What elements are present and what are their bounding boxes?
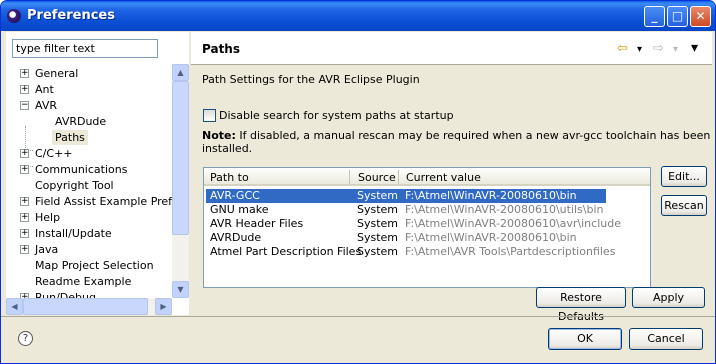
tree-item-label: Map Project Selection [35,259,154,272]
tree-item-label: General [35,67,79,80]
tree-item-label: Paths [52,130,88,145]
tree-item-label: C/C++ [35,147,73,160]
cell-current-value: F:\Atmel\AVR Tools\Partdescriptionfiles [405,245,616,258]
scroll-thumb[interactable] [172,81,189,235]
tree-item-label: Help [35,211,61,224]
tree-item-label: AVRDude [55,115,107,128]
cell-current-value: F:\Atmel\WinAVR-20080610\avr\include [405,217,621,230]
cell-path-to: AVRDude [210,231,262,244]
paths-table[interactable]: Path to Source Current value AVR-GCC Sys… [203,167,651,288]
table-row[interactable]: Atmel Part Description Files System F:\A… [206,245,615,259]
eclipse-icon [7,9,21,23]
scroll-up-icon[interactable]: ▲ [172,64,189,81]
cell-current-value: F:\Atmel\WinAVR-20080610\utils\bin [405,203,604,216]
maximize-button[interactable]: □ [667,6,688,27]
cell-current-value: F:\Atmel\WinAVR-20080610\bin [405,231,577,244]
cell-source: System [357,189,399,202]
window-title: Preferences [27,8,115,23]
close-button[interactable]: ✕ [690,6,711,27]
tree-vertical-scrollbar[interactable]: ▲ ▼ [172,64,189,298]
preference-page: Paths ⇦ ▾ ⇨ ▾ ▾ Path Settings for the AV… [191,32,712,323]
forward-arrow-icon: ⇨ [653,41,664,56]
expand-icon[interactable]: + [20,245,29,254]
minimize-button[interactable]: _ [644,6,665,27]
column-header-current-value[interactable]: Current value [406,171,481,184]
help-icon[interactable]: ? [18,331,33,346]
filter-input[interactable] [12,39,158,58]
collapse-icon[interactable]: − [20,101,29,110]
cell-source: System [357,217,399,230]
tree-item-label: Java [35,243,59,256]
cell-path-to: AVR Header Files [210,217,304,230]
cell-source: System [357,203,399,216]
tree-item-label: AVR [35,99,57,112]
cell-source: System [357,231,399,244]
preferences-window: Preferences _ □ ✕ + General + Ant − AVR … [0,0,716,364]
back-arrow-icon[interactable]: ⇦ [617,41,628,56]
preference-tree-panel: + General + Ant − AVR AVRDude Paths + C/… [6,32,189,315]
restore-defaults-button[interactable]: Restore Defaults [536,287,626,323]
cancel-button[interactable]: Cancel [629,328,703,350]
column-header-path-to[interactable]: Path to [210,171,249,184]
page-title: Paths [202,42,240,56]
cell-path-to: Atmel Part Description Files [210,245,362,258]
tree-horizontal-scrollbar[interactable]: ◀ ▶ [6,298,172,315]
column-header-source[interactable]: Source [358,171,396,184]
expand-icon[interactable]: + [20,197,29,206]
tree-item-label: Communications [35,163,128,176]
note-text: Note: If disabled, a manual rescan may b… [202,129,712,155]
tree-item-label: Field Assist Example Prefere [35,195,173,208]
disable-search-checkbox[interactable] [203,109,216,122]
expand-icon[interactable]: + [20,149,29,158]
cell-path-to: GNU make [210,203,269,216]
table-row[interactable]: AVRDude System F:\Atmel\WinAVR-20080610\… [206,231,606,245]
title-bar[interactable]: Preferences _ □ ✕ [1,1,715,31]
edit-button[interactable]: Edit... [661,166,707,187]
note-body: If disabled, a manual rescan may be requ… [202,129,711,155]
cell-path-to: AVR-GCC [210,189,260,202]
disable-search-label[interactable]: Disable search for system paths at start… [219,109,454,122]
scroll-down-icon[interactable]: ▼ [172,281,189,298]
apply-button[interactable]: Apply [632,287,705,308]
scroll-right-icon[interactable]: ▶ [155,298,172,315]
tree-item-label: Ant [35,83,54,96]
scroll-left-icon[interactable]: ◀ [6,298,23,315]
back-dropdown-icon[interactable]: ▾ [637,44,642,55]
ok-button[interactable]: OK [548,328,622,350]
table-header: Path to Source Current value [204,168,650,186]
scroll-thumb[interactable] [23,298,148,315]
page-header: Paths ⇦ ▾ ⇨ ▾ ▾ [191,32,712,65]
cell-source: System [357,245,399,258]
cell-current-value: F:\Atmel\WinAVR-20080610\bin [405,189,577,202]
expand-icon[interactable]: + [20,229,29,238]
view-menu-icon[interactable]: ▾ [691,40,698,56]
table-row[interactable]: GNU make System F:\Atmel\WinAVR-20080610… [206,203,606,217]
footer-separator [1,316,715,317]
forward-dropdown-icon: ▾ [673,44,679,55]
tree-item-label: Copyright Tool [35,179,114,192]
preference-tree[interactable]: + General + Ant − AVR AVRDude Paths + C/… [6,64,173,298]
note-label: Note: [202,129,236,142]
table-row[interactable]: AVR-GCC System F:\Atmel\WinAVR-20080610\… [206,189,606,203]
tree-item-label: Readme Example [35,275,132,288]
tree-item-label: Install/Update [35,227,112,240]
rescan-button[interactable]: Rescan [661,195,707,216]
expand-icon[interactable]: + [20,69,29,78]
expand-icon[interactable]: + [20,85,29,94]
tree-item-label: Run/Debug [35,291,96,298]
expand-icon[interactable]: + [20,213,29,222]
page-description: Path Settings for the AVR Eclipse Plugin [202,73,420,86]
table-row[interactable]: AVR Header Files System F:\Atmel\WinAVR-… [206,217,621,231]
expand-icon[interactable]: + [20,165,29,174]
